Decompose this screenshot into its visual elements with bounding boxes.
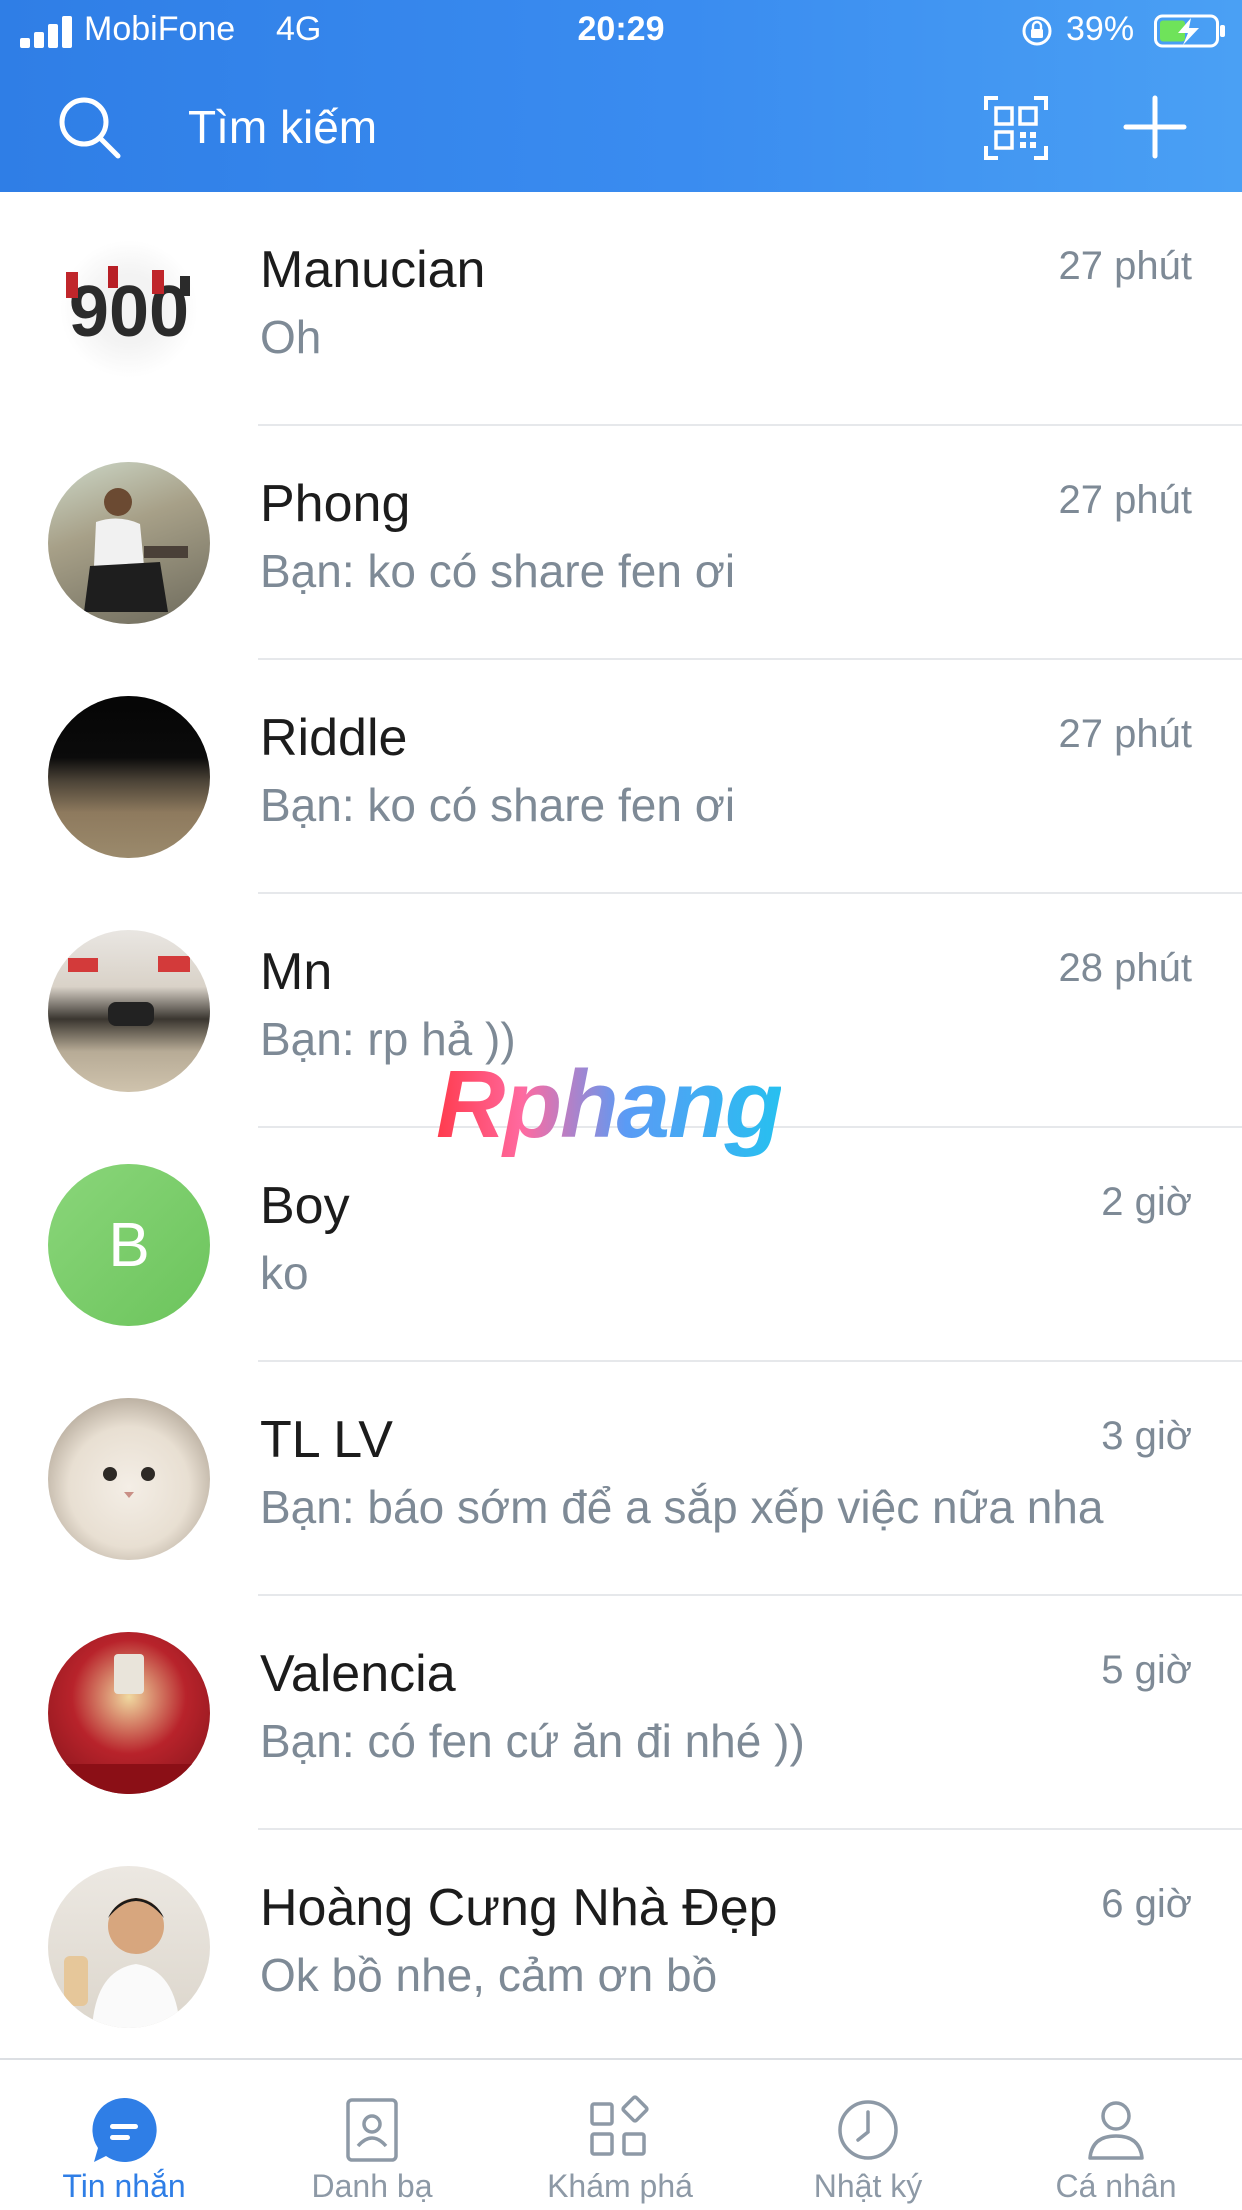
- avatar-letter: B: [108, 1210, 150, 1280]
- conversation-time: 3 giờ: [1101, 1414, 1192, 1458]
- conversation-row[interactable]: TL LV Bạn: báo sớm để a sắp xếp việc nữa…: [0, 1362, 1242, 1596]
- avatar: [48, 462, 210, 624]
- contacts-icon: [346, 2098, 398, 2162]
- conversation-name: Hoàng Cưng Nhà Đẹp: [260, 1879, 778, 1937]
- tab-label: Khám phá: [547, 2168, 693, 2204]
- clock-icon: [838, 2100, 898, 2160]
- conversation-time: 5 giờ: [1101, 1648, 1192, 1692]
- status-bar: MobiFone 4G 20:29 39%: [0, 0, 1242, 62]
- conversation-time: 27 phút: [1058, 478, 1192, 522]
- conversation-row[interactable]: B Boy ko 2 giờ: [0, 1128, 1242, 1362]
- conversation-row[interactable]: 900 Manucian Oh 27 phút: [0, 192, 1242, 426]
- conversation-row[interactable]: Phong Bạn: ko có share fen ơi 27 phút: [0, 426, 1242, 660]
- person-icon: [1088, 2101, 1144, 2160]
- tab-label: Cá nhân: [1055, 2168, 1177, 2204]
- search-icon[interactable]: [56, 94, 124, 162]
- conversation-row[interactable]: Hoàng Cưng Nhà Đẹp Ok bồ nhe, cảm ơn bồ …: [0, 1830, 1242, 2058]
- avatar: [48, 1866, 210, 2028]
- conversation-name: Valencia: [260, 1645, 456, 1703]
- search-input[interactable]: Tìm kiếm: [188, 100, 377, 154]
- chat-bubble-icon: [92, 2097, 157, 2162]
- discover-grid-icon: [590, 2095, 649, 2156]
- tab-contacts[interactable]: Danh bạ: [248, 2060, 496, 2210]
- orientation-lock-icon: [1022, 16, 1052, 46]
- avatar: B: [48, 1164, 210, 1326]
- avatar: 900: [48, 228, 210, 390]
- tab-profile[interactable]: Cá nhân: [992, 2060, 1240, 2210]
- conversation-preview: Bạn: ko có share fen ơi: [260, 779, 736, 831]
- tab-timeline[interactable]: Nhật ký: [744, 2060, 992, 2210]
- avatar: [48, 1398, 210, 1560]
- qr-code-icon[interactable]: [984, 96, 1048, 160]
- tab-label: Tin nhắn: [62, 2168, 186, 2204]
- battery-icon: [1154, 14, 1225, 48]
- conversation-name: Boy: [260, 1177, 350, 1235]
- avatar: [48, 930, 210, 1092]
- conversation-time: 28 phút: [1058, 946, 1192, 990]
- conversation-preview: Ok bồ nhe, cảm ơn bồ: [260, 1949, 718, 2001]
- battery-percent: 39%: [1066, 10, 1135, 48]
- tab-label: Danh bạ: [311, 2168, 433, 2204]
- add-icon[interactable]: [1120, 92, 1190, 162]
- avatar: [48, 696, 210, 858]
- conversation-name: Phong: [260, 475, 411, 533]
- conversation-time: 6 giờ: [1101, 1882, 1192, 1926]
- bottom-tab-bar: Tin nhắn Danh bạ Khám phá Nhật ký Cá nhâ…: [0, 2058, 1242, 2210]
- conversation-row[interactable]: Riddle Bạn: ko có share fen ơi 27 phút: [0, 660, 1242, 894]
- conversation-preview: Oh: [260, 311, 322, 363]
- svg-text:900: 900: [69, 272, 189, 352]
- conversation-preview: ko: [260, 1247, 309, 1299]
- avatar: [48, 1632, 210, 1794]
- conversation-name: Riddle: [260, 709, 408, 767]
- conversation-name: TL LV: [260, 1411, 393, 1469]
- conversation-name: Mn: [260, 943, 333, 1001]
- tab-discover[interactable]: Khám phá: [496, 2060, 744, 2210]
- watermark-logo: Rphang: [436, 1051, 783, 1158]
- conversation-row[interactable]: Valencia Bạn: có fen cứ ăn đi nhé )) 5 g…: [0, 1596, 1242, 1830]
- conversation-time: 2 giờ: [1101, 1180, 1192, 1224]
- conversation-preview: Bạn: báo sớm để a sắp xếp việc nữa nha: [260, 1481, 1104, 1533]
- conversation-name: Manucian: [260, 241, 486, 299]
- conversation-preview: Bạn: ko có share fen ơi: [260, 545, 736, 597]
- tab-messages[interactable]: Tin nhắn: [0, 2060, 248, 2210]
- app-header: MobiFone 4G 20:29 39% Tìm kiếm: [0, 0, 1242, 192]
- conversation-time: 27 phút: [1058, 712, 1192, 756]
- tab-label: Nhật ký: [813, 2168, 923, 2204]
- conversation-preview: Bạn: có fen cứ ăn đi nhé )): [260, 1715, 805, 1767]
- status-time: 20:29: [577, 10, 665, 48]
- conversation-time: 27 phút: [1058, 244, 1192, 288]
